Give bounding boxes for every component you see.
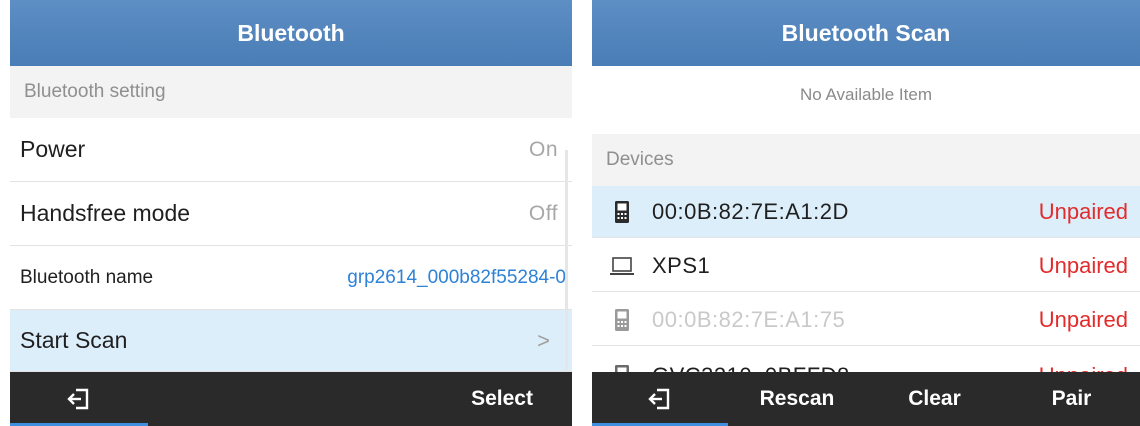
bluetooth-settings-screen: Bluetooth Bluetooth setting Power On Han… <box>10 0 572 426</box>
device-row[interactable]: XPS1 Unpaired <box>592 240 1140 292</box>
back-softkey[interactable] <box>592 372 728 426</box>
phone-icon <box>615 308 629 331</box>
no-available-item-text: No Available Item <box>800 85 932 104</box>
phone-icon <box>615 200 629 223</box>
rescan-softkey[interactable]: Rescan <box>728 372 866 426</box>
power-row[interactable]: Power On <box>10 118 572 182</box>
device-name: 00:0B:82:7E:A1:75 <box>652 306 846 332</box>
soft-key-bar: Select <box>10 372 572 426</box>
devices-header: Devices <box>592 134 1140 186</box>
bluetooth-name-value: grp2614_000b82f55284-0 <box>347 266 566 288</box>
start-scan-label: Start Scan <box>20 327 128 353</box>
start-scan-row[interactable]: Start Scan > <box>10 310 572 372</box>
device-name: 00:0B:82:7E:A1:2D <box>652 198 849 224</box>
exit-icon <box>648 388 670 410</box>
soft-key-bar: Rescan Clear Pair <box>592 372 1140 426</box>
device-status: Unpaired <box>1038 306 1128 332</box>
select-softkey[interactable]: Select <box>432 372 572 426</box>
bluetooth-name-row[interactable]: Bluetooth name grp2614_000b82f55284-0 <box>10 246 572 310</box>
clear-softkey[interactable]: Clear <box>866 372 1003 426</box>
device-row[interactable]: 00:0B:82:7E:A1:75 Unpaired <box>592 294 1140 346</box>
device-row[interactable]: 00:0B:82:7E:A1:2D Unpaired <box>592 186 1140 238</box>
handsfree-mode-label: Handsfree mode <box>20 200 191 226</box>
bluetooth-name-label: Bluetooth name <box>20 266 154 288</box>
device-status: Unpaired <box>1038 252 1128 278</box>
laptop-icon <box>610 256 634 275</box>
screen-title: Bluetooth Scan <box>592 0 1140 66</box>
section-header: Bluetooth setting <box>10 66 572 118</box>
scrollbar[interactable] <box>565 150 568 370</box>
handsfree-mode-row[interactable]: Handsfree mode Off <box>10 182 572 246</box>
screen-title: Bluetooth <box>10 0 572 66</box>
device-status: Unpaired <box>1038 198 1128 224</box>
device-name: XPS1 <box>652 252 711 278</box>
back-softkey[interactable] <box>10 372 148 426</box>
exit-icon <box>67 388 89 410</box>
bluetooth-scan-screen: Bluetooth Scan No Available Item Devices… <box>592 0 1140 426</box>
power-label: Power <box>20 136 86 162</box>
pair-softkey[interactable]: Pair <box>1003 372 1140 426</box>
